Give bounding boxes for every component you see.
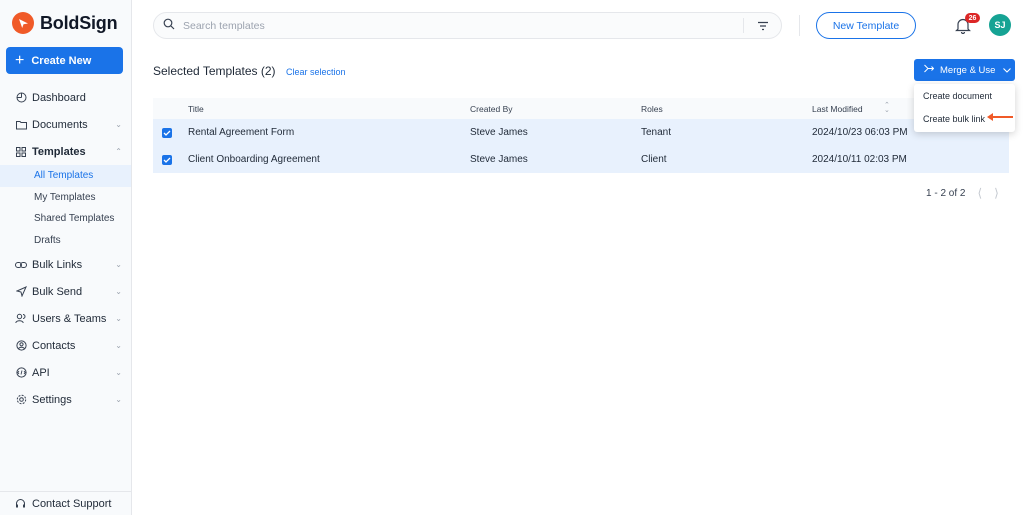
grid-icon	[15, 146, 27, 158]
sidebar-item-users-teams[interactable]: Users & Teams ⌄	[0, 305, 131, 332]
contact-support-label: Contact Support	[32, 497, 112, 510]
api-icon	[15, 367, 27, 379]
sidebar-item-label: API	[32, 366, 50, 379]
chevron-left-icon[interactable]: ⟨	[977, 186, 982, 200]
merge-use-dropdown: Create document Create bulk link	[914, 84, 1015, 132]
sidebar-item-bulk-send[interactable]: Bulk Send ⌄	[0, 278, 131, 305]
create-new-button[interactable]: + Create New	[6, 47, 123, 74]
templates-table: Title Created By Roles Last Modified ⌃ ⌄ …	[153, 98, 1009, 173]
filter-icon[interactable]	[753, 21, 773, 31]
chevron-down-icon: ⌄	[115, 287, 122, 296]
sidebar-item-label: Bulk Links	[32, 258, 83, 271]
sidebar-item-templates[interactable]: Templates ⌃	[0, 138, 131, 165]
column-header-created-by[interactable]: Created By	[470, 104, 513, 114]
header-divider	[799, 15, 800, 36]
chevron-down-icon: ⌄	[115, 314, 122, 323]
search-bar	[153, 12, 782, 39]
chevron-down-icon: ⌄	[115, 368, 122, 377]
sidebar-item-documents[interactable]: Documents ⌄	[0, 111, 131, 138]
chevron-up-icon: ⌃	[115, 147, 122, 156]
sidebar-item-dashboard[interactable]: Dashboard	[0, 84, 131, 111]
pagination: 1 - 2 of 2 ⟨ ⟩	[926, 186, 999, 200]
menu-item-create-document[interactable]: Create document	[914, 85, 1015, 107]
chevron-down-icon: ⌄	[115, 395, 122, 404]
arrow-left-icon	[987, 113, 1013, 121]
sidebar-sub-drafts[interactable]: Drafts	[0, 230, 131, 252]
sidebar-item-settings[interactable]: Settings ⌄	[0, 386, 131, 413]
table-header: Title Created By Roles Last Modified ⌃ ⌄	[153, 98, 1009, 119]
sidebar-item-contacts[interactable]: Contacts ⌄	[0, 332, 131, 359]
avatar[interactable]: SJ	[989, 14, 1011, 36]
pagination-text: 1 - 2 of 2	[926, 187, 966, 199]
search-input[interactable]	[183, 19, 743, 32]
cell-title: Rental Agreement Form	[188, 127, 295, 138]
sidebar-item-label: Templates	[32, 145, 86, 158]
link-icon	[15, 259, 27, 271]
sidebar-item-label: Dashboard	[32, 91, 86, 104]
headset-icon	[15, 498, 26, 509]
sidebar-item-label: Documents	[32, 118, 88, 131]
sidebar-nav: Dashboard Documents ⌄ Templates ⌃ All Te…	[0, 84, 131, 413]
merge-use-button[interactable]: Merge & Use	[914, 59, 1015, 81]
table-row[interactable]: Rental Agreement Form Steve James Tenant…	[153, 119, 1009, 146]
cell-last-modified: 2024/10/11 02:03 PM	[812, 154, 907, 165]
notification-badge: 26	[965, 13, 980, 23]
chevron-down-icon	[1003, 66, 1012, 75]
contact-support-link[interactable]: Contact Support	[0, 491, 131, 515]
plus-icon: +	[15, 51, 25, 69]
sidebar-sub-my-templates[interactable]: My Templates	[0, 187, 131, 209]
table-row[interactable]: Client Onboarding Agreement Steve James …	[153, 146, 1009, 173]
dashboard-icon	[15, 92, 27, 104]
cell-roles: Client	[641, 154, 667, 165]
sidebar-sub-shared-templates[interactable]: Shared Templates	[0, 208, 131, 230]
sidebar-item-bulk-links[interactable]: Bulk Links ⌄	[0, 251, 131, 278]
app-logo[interactable]: BoldSign	[12, 12, 118, 34]
row-checkbox[interactable]	[162, 154, 172, 165]
sidebar-item-label: Settings	[32, 393, 72, 406]
search-divider	[743, 18, 744, 33]
cell-created-by: Steve James	[470, 154, 528, 165]
send-icon	[15, 286, 27, 298]
create-new-label: Create New	[31, 54, 92, 67]
sidebar-item-label: Users & Teams	[32, 312, 107, 325]
column-header-last-modified[interactable]: Last Modified	[812, 104, 863, 114]
contact-icon	[15, 340, 27, 352]
sidebar: BoldSign + Create New Dashboard Document…	[0, 0, 132, 515]
sidebar-item-label: Bulk Send	[32, 285, 83, 298]
chevron-down-icon: ⌄	[115, 341, 122, 350]
cell-title: Client Onboarding Agreement	[188, 154, 320, 165]
selected-templates-title: Selected Templates (2)	[153, 64, 276, 78]
gear-icon	[15, 394, 27, 406]
chevron-right-icon[interactable]: ⟩	[994, 186, 999, 200]
chevron-down-icon: ⌄	[115, 260, 122, 269]
new-template-button[interactable]: New Template	[816, 12, 916, 39]
users-icon	[15, 313, 27, 325]
sidebar-sub-all-templates[interactable]: All Templates	[0, 165, 131, 187]
sidebar-item-api[interactable]: API ⌄	[0, 359, 131, 386]
sort-icon[interactable]: ⌃ ⌄	[884, 102, 890, 114]
app-name: BoldSign	[40, 12, 118, 33]
column-header-title[interactable]: Title	[188, 104, 204, 114]
merge-icon	[924, 64, 935, 76]
search-icon	[163, 18, 175, 33]
merge-use-label: Merge & Use	[940, 64, 996, 76]
folder-icon	[15, 119, 27, 131]
boldsign-logo-icon	[12, 12, 34, 34]
cell-last-modified: 2024/10/23 06:03 PM	[812, 127, 908, 138]
column-header-roles[interactable]: Roles	[641, 104, 663, 114]
clear-selection-link[interactable]: Clear selection	[286, 67, 346, 77]
sidebar-item-label: Contacts	[32, 339, 76, 352]
chevron-down-icon: ⌄	[115, 120, 122, 129]
row-checkbox[interactable]	[162, 127, 172, 138]
cell-created-by: Steve James	[470, 127, 528, 138]
cell-roles: Tenant	[641, 127, 672, 138]
